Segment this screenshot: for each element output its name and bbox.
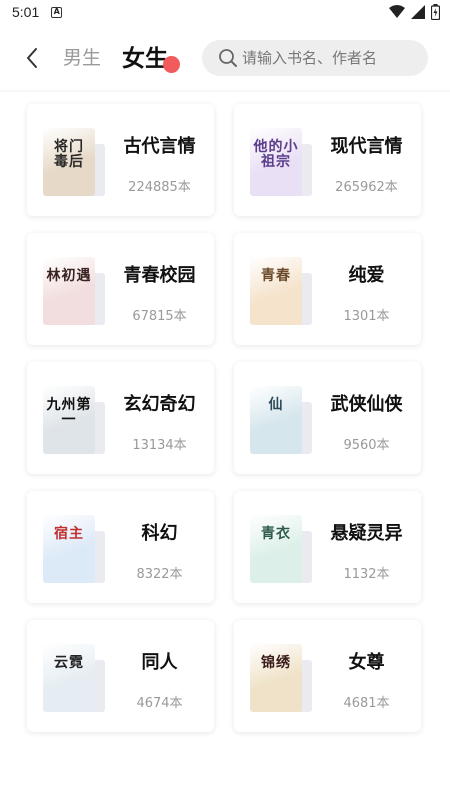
- tab-male[interactable]: 男生: [63, 43, 101, 70]
- category-count: 265962本: [335, 180, 398, 195]
- category-count: 1132本: [343, 567, 390, 582]
- book-cover: 林初遇: [43, 257, 95, 325]
- category-card[interactable]: 青春 纯爱 1301本: [234, 233, 421, 345]
- header-divider: [0, 90, 450, 93]
- book-cover: 九州第一: [43, 386, 95, 454]
- book-cover: 他的小祖宗: [250, 128, 302, 196]
- category-name: 科幻: [141, 523, 178, 544]
- category-name: 青春校园: [123, 265, 196, 286]
- category-card[interactable]: 九州第一 玄幻奇幻 13134本: [27, 362, 214, 474]
- category-card[interactable]: 他的小祖宗 现代言情 265962本: [234, 104, 421, 216]
- search-input[interactable]: [242, 49, 412, 67]
- category-card[interactable]: 云霓 同人 4674本: [27, 620, 214, 732]
- category-count: 4674本: [136, 696, 183, 711]
- category-card[interactable]: 宿主 科幻 8322本: [27, 491, 214, 603]
- book-cover: 云霓: [43, 644, 95, 712]
- cover-title: 青衣: [261, 526, 291, 542]
- book-cover: 青衣: [250, 515, 302, 583]
- tab-female[interactable]: 女生: [122, 39, 168, 73]
- category-count: 9560本: [343, 438, 390, 453]
- cover-title: 云霓: [54, 655, 84, 671]
- cover-title: 青春: [261, 268, 291, 284]
- category-grid: 将门 毒后 古代言情 224885本 他的小祖宗 现代言情 265962本 林初遇…: [27, 104, 425, 732]
- category-name: 女尊: [348, 652, 385, 673]
- status-icons: [389, 4, 440, 20]
- category-name: 武侠仙侠: [330, 394, 403, 415]
- book-cover: 仙: [250, 386, 302, 454]
- back-button[interactable]: [18, 44, 46, 72]
- book-cover: 锦绣: [250, 644, 302, 712]
- category-name: 悬疑灵异: [330, 523, 403, 544]
- category-count: 8322本: [136, 567, 183, 582]
- search-bar[interactable]: [202, 40, 428, 76]
- category-name: 古代言情: [123, 136, 196, 157]
- category-count: 67815本: [132, 309, 187, 324]
- cover-title: 锦绣: [261, 655, 291, 671]
- cover-title: 他的小祖宗: [253, 139, 299, 170]
- wifi-icon: [389, 5, 405, 18]
- cover-title: 仙: [268, 397, 284, 413]
- active-tab-indicator: [163, 56, 180, 73]
- signal-icon: [411, 5, 425, 19]
- cover-title: 宿主: [54, 526, 84, 542]
- back-arrow-icon: [27, 48, 37, 68]
- status-time: 5:01: [12, 4, 40, 20]
- top-nav: 男生 女生: [0, 36, 450, 82]
- category-card[interactable]: 仙 武侠仙侠 9560本: [234, 362, 421, 474]
- category-count: 1301本: [343, 309, 390, 324]
- category-name: 现代言情: [330, 136, 403, 157]
- cover-title: 将门 毒后: [54, 139, 84, 170]
- cover-title: 林初遇: [46, 268, 92, 284]
- category-count: 224885本: [128, 180, 191, 195]
- notification-icon: A: [51, 6, 63, 18]
- category-card[interactable]: 林初遇 青春校园 67815本: [27, 233, 214, 345]
- category-count: 13134本: [132, 438, 187, 453]
- search-icon: [219, 49, 237, 67]
- cover-title: 九州第一: [46, 397, 92, 428]
- book-cover: 青春: [250, 257, 302, 325]
- category-name: 纯爱: [348, 265, 385, 286]
- category-count: 4681本: [343, 696, 390, 711]
- category-name: 玄幻奇幻: [123, 394, 196, 415]
- book-cover: 将门 毒后: [43, 128, 95, 196]
- status-bar: 5:01 A: [0, 0, 450, 24]
- category-card[interactable]: 锦绣 女尊 4681本: [234, 620, 421, 732]
- category-name: 同人: [141, 652, 178, 673]
- battery-icon: [431, 4, 440, 20]
- book-cover: 宿主: [43, 515, 95, 583]
- category-card[interactable]: 将门 毒后 古代言情 224885本: [27, 104, 214, 216]
- category-card[interactable]: 青衣 悬疑灵异 1132本: [234, 491, 421, 603]
